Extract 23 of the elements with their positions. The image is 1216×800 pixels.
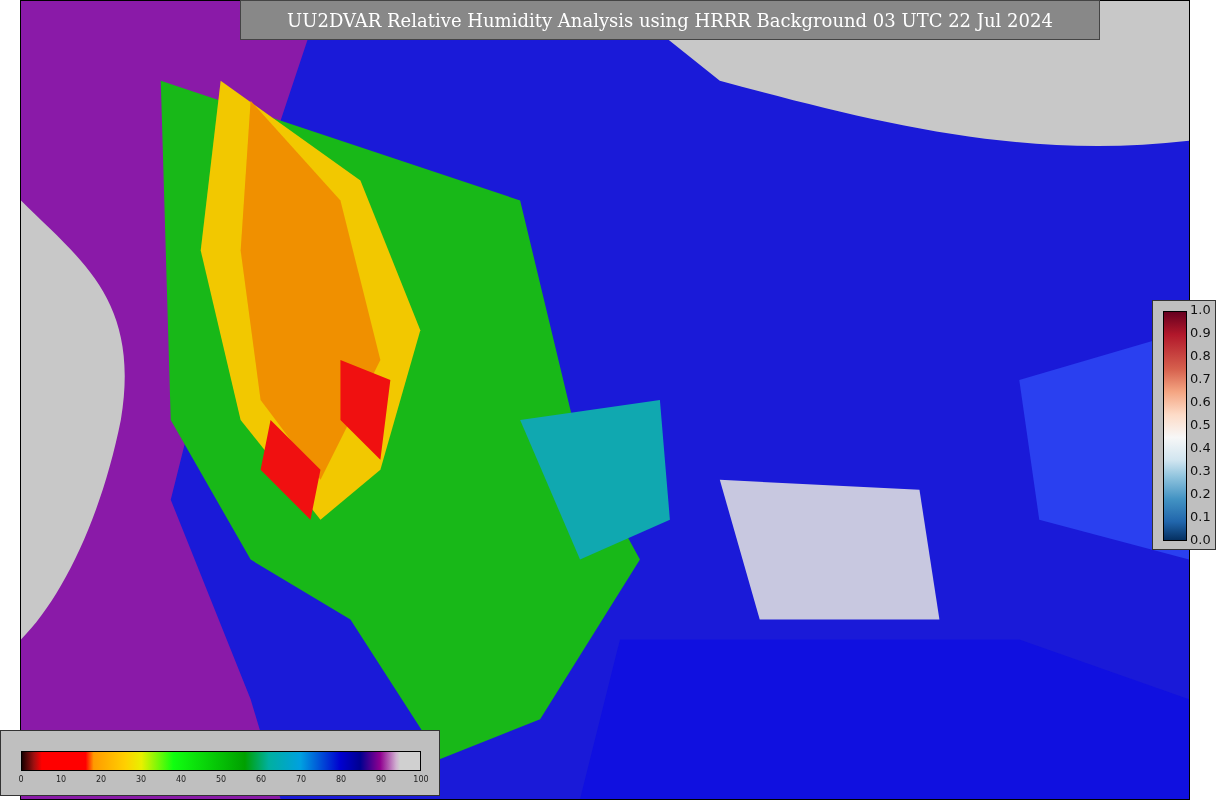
colorbar-tick-label: 0.2: [1190, 486, 1211, 502]
colorbar-tick-label: 50: [215, 775, 227, 784]
colorbar-tick-label: 40: [175, 775, 187, 784]
colorbar-tick-label: 70: [295, 775, 307, 784]
colorbar-tick-label: 0.6: [1190, 394, 1211, 410]
colorbar-tick-label: 0.0: [1190, 532, 1211, 548]
colorbar-tick-label: 10: [55, 775, 67, 784]
colorbar-tick-label: 100: [413, 775, 429, 784]
colorbar-tick-label: 60: [255, 775, 267, 784]
colorbar-tick-label: 0.4: [1190, 440, 1211, 456]
colorbar-tick-label: 0.8: [1190, 348, 1211, 364]
chart-title: UU2DVAR Relative Humidity Analysis using HRRR Background 03 UTC 22 Jul 2024: [240, 0, 1100, 40]
colorbar-tick-label: 0.3: [1190, 463, 1211, 479]
colorbar-tick-label: 1.0: [1190, 302, 1211, 318]
colorbar-tick-label: 0: [18, 775, 24, 784]
colorbar-tick-label: 0.1: [1190, 509, 1211, 525]
colorbar-tick-label: 90: [375, 775, 387, 784]
colorbar-tick-label: 20: [95, 775, 107, 784]
colorbar-tick-label: 0.9: [1190, 325, 1211, 341]
colorbar-tick-label: 0.7: [1190, 371, 1211, 387]
colorbar-tick-label: 0.5: [1190, 417, 1211, 433]
colorbar-tick-label: 30: [135, 775, 147, 784]
colorbar-tick-label: 80: [335, 775, 347, 784]
